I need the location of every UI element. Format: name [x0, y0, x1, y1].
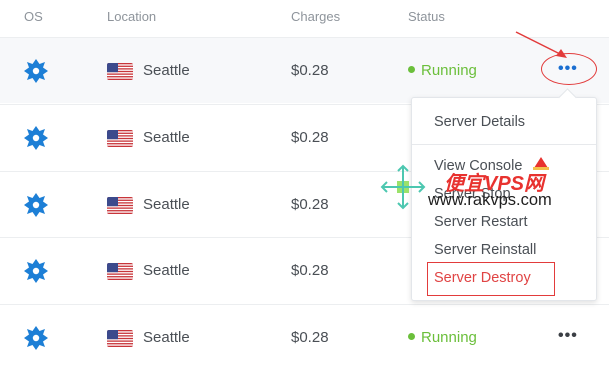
us-flag-icon: [107, 130, 133, 147]
menu-item-server-reinstall[interactable]: Server Reinstall: [434, 242, 536, 258]
menu-item-server-details[interactable]: Server Details: [434, 114, 525, 130]
watermark-url: www.rakvps.com: [428, 191, 552, 209]
os-logo-icon: [24, 326, 48, 350]
charges-cell: $0.28: [291, 196, 329, 213]
menu-divider: [412, 144, 596, 145]
status-badge: Running: [408, 329, 477, 346]
header-charges: Charges: [291, 9, 341, 24]
us-flag-icon: [107, 263, 133, 280]
os-logo-icon: [24, 193, 48, 217]
os-logo-icon: [24, 59, 48, 83]
location-cell: Seattle: [143, 62, 190, 79]
status-text: Running: [421, 62, 477, 79]
us-flag-icon: [107, 63, 133, 80]
more-dots-icon[interactable]: •••: [558, 328, 578, 344]
destroy-highlight-box: [427, 262, 555, 296]
menu-item-server-restart[interactable]: Server Restart: [434, 214, 527, 230]
pointer-arrow-annotation: [515, 31, 567, 58]
status-badge: Running: [408, 62, 477, 79]
charges-cell: $0.28: [291, 62, 329, 79]
charges-cell: $0.28: [291, 262, 329, 279]
charges-cell: $0.28: [291, 329, 329, 346]
us-flag-icon: [107, 197, 133, 214]
header-os: OS: [24, 9, 43, 24]
status-text: Running: [421, 329, 477, 346]
table-row[interactable]: Seattle $0.28 Running •••: [0, 304, 609, 370]
status-dot-icon: [408, 66, 415, 73]
location-cell: Seattle: [143, 262, 190, 279]
location-cell: Seattle: [143, 129, 190, 146]
status-dot-icon: [408, 333, 415, 340]
os-logo-icon: [24, 259, 48, 283]
us-flag-icon: [107, 330, 133, 347]
os-logo-icon: [24, 126, 48, 150]
location-cell: Seattle: [143, 329, 190, 346]
charges-cell: $0.28: [291, 129, 329, 146]
move-arrows-watermark-icon: [380, 164, 426, 210]
location-cell: Seattle: [143, 196, 190, 213]
header-location: Location: [107, 9, 157, 24]
header-status: Status: [408, 9, 445, 24]
